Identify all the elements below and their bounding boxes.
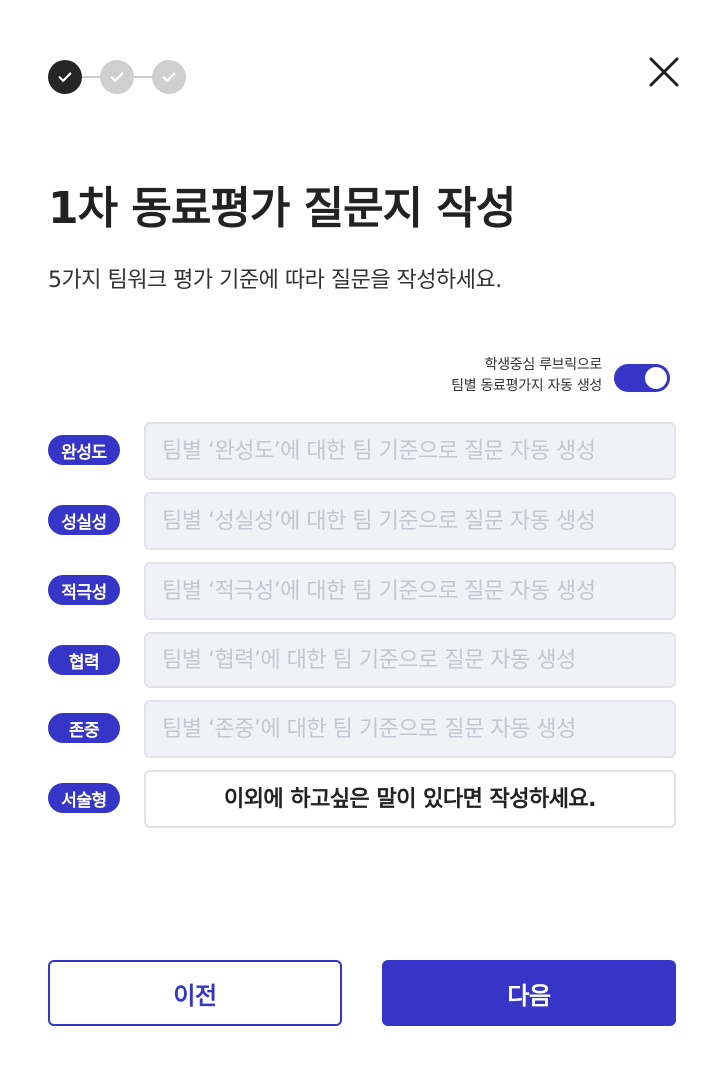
progress-stepper — [48, 60, 188, 94]
criteria-row-respect: 존중 — [48, 700, 676, 758]
page-title: 1차 동료평가 질문지 작성 — [48, 183, 516, 234]
proactiveness-question-input[interactable] — [144, 562, 676, 620]
auto-generate-label: 학생중심 루브릭으로 팀별 동료평가지 자동 생성 — [451, 355, 602, 397]
diligence-question-input[interactable] — [144, 492, 676, 550]
criteria-badge: 적극성 — [48, 575, 120, 605]
criteria-badge: 완성도 — [48, 435, 120, 465]
check-icon — [58, 72, 72, 82]
auto-generate-label-line2: 팀별 동료평가지 자동 생성 — [451, 378, 602, 394]
criteria-badge: 서술형 — [48, 783, 120, 813]
criteria-list: 완성도 성실성 적극성 협력 존중 서술형 — [48, 422, 676, 840]
previous-button[interactable]: 이전 — [48, 960, 342, 1026]
step-2 — [100, 60, 134, 94]
close-button[interactable] — [646, 54, 682, 90]
auto-generate-toggle[interactable] — [614, 364, 670, 392]
cooperation-question-input[interactable] — [144, 632, 676, 688]
toggle-knob[interactable] — [645, 367, 667, 389]
criteria-row-completeness: 완성도 — [48, 422, 676, 480]
criteria-badge: 존중 — [48, 713, 120, 743]
close-icon[interactable] — [646, 54, 682, 90]
criteria-row-proactiveness: 적극성 — [48, 562, 676, 620]
criteria-badge: 협력 — [48, 645, 120, 675]
criteria-row-descriptive: 서술형 — [48, 770, 676, 828]
step-1-complete — [48, 60, 82, 94]
check-icon — [162, 72, 176, 82]
free-comment-input[interactable] — [144, 770, 676, 828]
criteria-row-cooperation: 협력 — [48, 632, 676, 688]
step-3 — [152, 60, 186, 94]
criteria-badge: 성실성 — [48, 505, 120, 535]
check-icon — [110, 72, 124, 82]
step-connector — [134, 76, 154, 78]
respect-question-input[interactable] — [144, 700, 676, 758]
page-subtitle: 5가지 팀워크 평가 기준에 따라 질문을 작성하세요. — [48, 268, 502, 293]
auto-generate-label-line1: 학생중심 루브릭으로 — [484, 357, 603, 373]
step-connector — [82, 76, 102, 78]
next-button[interactable]: 다음 — [382, 960, 676, 1026]
completeness-question-input[interactable] — [144, 422, 676, 480]
criteria-row-diligence: 성실성 — [48, 492, 676, 550]
